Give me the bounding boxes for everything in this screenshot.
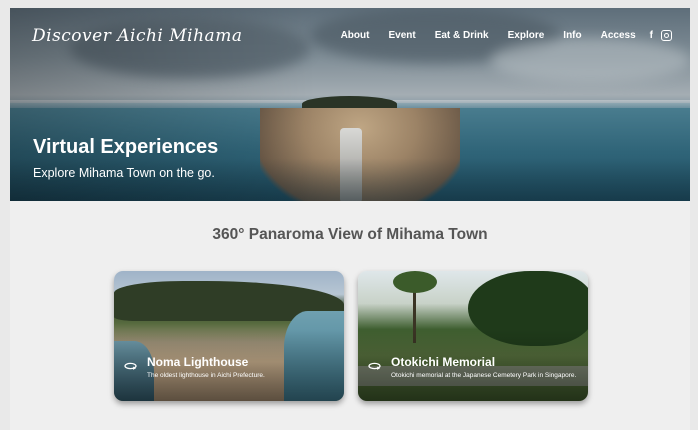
card-title: Otokichi Memorial bbox=[391, 355, 496, 369]
panorama-360-icon bbox=[124, 362, 137, 370]
nav-about[interactable]: About bbox=[341, 30, 370, 41]
card-shade bbox=[114, 271, 344, 401]
nav-event[interactable]: Event bbox=[388, 30, 415, 41]
card-noma-lighthouse[interactable]: Noma Lighthouse The oldest lighthouse in… bbox=[114, 271, 344, 401]
hero-title: Virtual Experiences bbox=[33, 136, 219, 158]
card-description: The oldest lighthouse in Aichi Prefectur… bbox=[147, 372, 265, 379]
nav-eat-drink[interactable]: Eat & Drink bbox=[435, 30, 489, 41]
main-nav: About Event Eat & Drink Explore Info Acc… bbox=[322, 30, 672, 41]
card-shade bbox=[358, 271, 588, 401]
hero-banner: Discover Aichi Mihama About Event Eat & … bbox=[10, 8, 690, 201]
facebook-icon[interactable]: f bbox=[650, 30, 653, 41]
hero-subtitle: Explore Mihama Town on the go. bbox=[33, 166, 215, 180]
site-logo[interactable]: Discover Aichi Mihama bbox=[32, 26, 242, 46]
nav-access[interactable]: Access bbox=[601, 30, 636, 41]
card-description: Otokichi memorial at the Japanese Cemete… bbox=[391, 372, 577, 379]
page-frame: Discover Aichi Mihama About Event Eat & … bbox=[10, 8, 690, 430]
nav-explore[interactable]: Explore bbox=[508, 30, 545, 41]
panorama-360-icon bbox=[368, 362, 381, 370]
nav-info[interactable]: Info bbox=[563, 30, 581, 41]
card-otokichi-memorial[interactable]: Otokichi Memorial Otokichi memorial at t… bbox=[358, 271, 588, 401]
section-title: 360° Panaroma View of Mihama Town bbox=[212, 226, 488, 243]
instagram-icon[interactable] bbox=[661, 30, 672, 41]
card-title: Noma Lighthouse bbox=[147, 355, 249, 369]
